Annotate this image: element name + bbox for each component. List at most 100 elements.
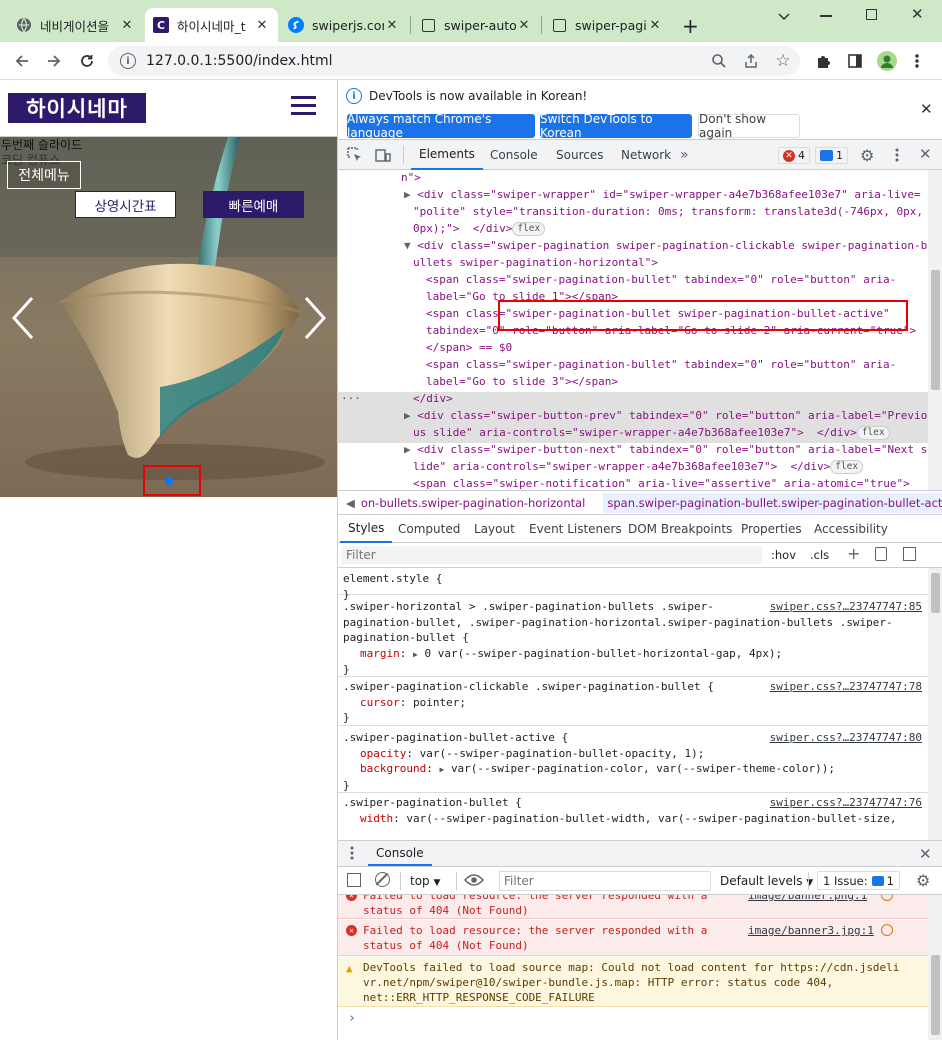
dom-line-selected[interactable]: </span> == $0 (426, 340, 512, 357)
collapse-triangle-icon[interactable]: ▼ (404, 239, 417, 252)
dom-line[interactable]: <span class="swiper-pagination-bullet" t… (426, 272, 896, 289)
message-source-link[interactable]: image/banner3.jpg:1 (748, 923, 874, 938)
console-sidebar-icon[interactable] (347, 873, 361, 887)
chevron-down-icon[interactable] (776, 8, 792, 24)
css-value[interactable]: var(--swiper-pagination-bullet-width, va… (406, 812, 896, 825)
drawer-close-icon[interactable]: ✕ (919, 845, 932, 863)
tab-properties[interactable]: Properties (733, 515, 810, 543)
reload-icon[interactable] (76, 50, 98, 72)
css-property[interactable]: cursor (360, 696, 400, 709)
settings-gear-icon[interactable]: ⚙ (860, 146, 874, 165)
context-selector[interactable]: top ▼ (410, 874, 440, 888)
css-property[interactable]: width (360, 812, 393, 825)
sidebar-toggle-icon[interactable] (903, 547, 916, 561)
breadcrumb-left-icon[interactable]: ◀ (346, 496, 355, 510)
paint-brush-icon[interactable] (875, 547, 887, 561)
css-value[interactable]: pointer; (413, 696, 466, 709)
dom-line[interactable]: ullets swiper-pagination-horizontal"> (413, 255, 658, 272)
css-value[interactable]: var(--swiper-pagination-bullet-opacity, … (420, 747, 705, 760)
schedule-button[interactable]: 상영시간표 (75, 191, 176, 218)
drawer-tab-console[interactable]: Console (368, 841, 432, 866)
share-icon[interactable] (740, 50, 762, 72)
dom-line[interactable]: lide" aria-controls="swiper-wrapper-a4e7… (413, 459, 864, 476)
expand-triangle-icon[interactable]: ▶ (404, 409, 417, 422)
dom-line[interactable]: label="Go to slide 3"></span> (426, 374, 618, 391)
minimize-icon[interactable] (820, 15, 832, 17)
drawer-menu-icon[interactable] (350, 846, 354, 863)
rule-source-link[interactable]: swiper.css?…23747747:78 (770, 679, 922, 695)
bookmark-star-icon[interactable]: ☆ (772, 50, 794, 72)
tab-styles[interactable]: Styles (340, 515, 393, 543)
tab-close-icon[interactable]: ✕ (384, 18, 400, 33)
expand-triangle-icon[interactable]: ▶ (404, 188, 417, 201)
message-counter[interactable]: 1 (815, 147, 848, 164)
tab-close-icon[interactable]: ✕ (254, 18, 270, 33)
browser-tab-5[interactable]: swiper-pagin ✕ (543, 8, 671, 42)
browser-tab-3[interactable]: swiperjs.com ✕ (280, 8, 408, 42)
profile-avatar[interactable] (876, 50, 898, 72)
dom-line[interactable]: ▶ <div class="swiper-wrapper" id="swiper… (404, 187, 921, 204)
new-rule-plus-icon[interactable]: + (847, 544, 860, 563)
hover-state-toggle[interactable]: :hov (771, 548, 796, 562)
quick-booking-button[interactable]: 빠른예매 (203, 191, 304, 218)
browser-tab-1[interactable]: 네비게이션을 ✕ (8, 8, 143, 42)
zoom-search-icon[interactable] (708, 50, 730, 72)
console-messages[interactable]: ✕ Failed to load resource: the server re… (338, 895, 928, 1040)
network-icon[interactable] (881, 924, 893, 936)
switch-to-korean-button[interactable]: Switch DevTools to Korean (540, 112, 692, 140)
issues-counter[interactable]: 1 Issue: 1 (817, 871, 900, 890)
infobar-close-icon[interactable]: ✕ (920, 100, 933, 118)
side-panel-icon[interactable] (844, 50, 866, 72)
tab-computed[interactable]: Computed (390, 515, 468, 543)
rule-source-link[interactable]: swiper.css?…23747747:80 (770, 730, 922, 746)
live-expression-eye-icon[interactable] (463, 873, 485, 890)
tab-accessibility[interactable]: Accessibility (806, 515, 896, 543)
css-property[interactable]: margin (360, 647, 400, 660)
styles-rules-pane[interactable]: element.style { } swiper.css?…23747747:8… (338, 568, 928, 840)
devtools-more-icon[interactable] (895, 147, 899, 166)
rule-selector[interactable]: pagination-bullet, .swiper-pagination-ho… (343, 615, 928, 631)
forward-icon[interactable] (43, 50, 65, 72)
rule-selector[interactable]: element.style { (343, 571, 928, 587)
css-value[interactable]: var(--swiper-pagination-color, var(--swi… (451, 762, 835, 775)
styles-scrollbar[interactable] (928, 568, 942, 840)
message-source-link[interactable]: image/banner.png:1 (748, 895, 867, 903)
elements-scrollbar[interactable] (928, 170, 942, 490)
log-levels-dropdown[interactable]: Default levels ▼ (720, 874, 813, 888)
dont-show-again-button[interactable]: Don't show again (698, 112, 800, 140)
tab-close-icon[interactable]: ✕ (516, 18, 532, 33)
hamburger-menu-icon[interactable] (291, 96, 316, 116)
flex-badge[interactable]: flex (830, 460, 864, 474)
always-match-language-button[interactable]: Always match Chrome's language (347, 112, 535, 140)
breadcrumb-item[interactable]: on-bullets.swiper-pagination-horizontal (361, 496, 586, 510)
maximize-icon[interactable] (866, 9, 877, 20)
dom-line[interactable]: n"> (401, 170, 421, 187)
flex-badge[interactable]: flex (856, 426, 890, 440)
console-prompt[interactable]: › (348, 1011, 356, 1026)
error-counter[interactable]: ✕ 4 (778, 147, 810, 164)
console-error-message[interactable]: ✕ Failed to load resource: the server re… (338, 920, 928, 956)
rule-source-link[interactable]: swiper.css?…23747747:76 (770, 795, 922, 811)
dom-line[interactable]: 0px);"> </div> flex (413, 221, 546, 238)
rule-source-link[interactable]: swiper.css?…23747747:85 (770, 599, 922, 615)
site-logo[interactable]: 하이시네마 (8, 93, 146, 123)
console-error-message[interactable]: ✕ Failed to load resource: the server re… (338, 895, 928, 919)
tab-elements[interactable]: Elements (411, 140, 483, 170)
more-menu-icon[interactable] (906, 50, 928, 72)
css-property[interactable]: opacity (360, 747, 406, 760)
close-icon[interactable]: ✕ (911, 5, 924, 23)
inspect-element-icon[interactable] (347, 147, 363, 163)
class-toggle[interactable]: .cls (810, 548, 829, 562)
browser-tab-2[interactable]: C 하이시네마_t ✕ (145, 8, 278, 42)
expand-triangle-icon[interactable]: ▶ (404, 443, 417, 456)
styles-filter-input[interactable] (342, 546, 762, 564)
extensions-icon[interactable] (812, 50, 834, 72)
dom-line[interactable]: <span class="swiper-pagination-bullet" t… (426, 357, 896, 374)
css-value[interactable]: 0 var(--swiper-pagination-bullet-horizon… (424, 647, 782, 660)
dom-line[interactable]: </div> (413, 391, 453, 408)
all-menu-button[interactable]: 전체메뉴 (7, 161, 81, 189)
info-icon[interactable]: i (120, 53, 136, 69)
new-tab-icon[interactable]: + (682, 14, 699, 38)
console-scrollbar[interactable] (928, 895, 942, 1040)
dom-line[interactable]: ▼ <div class="swiper-pagination swiper-p… (404, 238, 927, 255)
